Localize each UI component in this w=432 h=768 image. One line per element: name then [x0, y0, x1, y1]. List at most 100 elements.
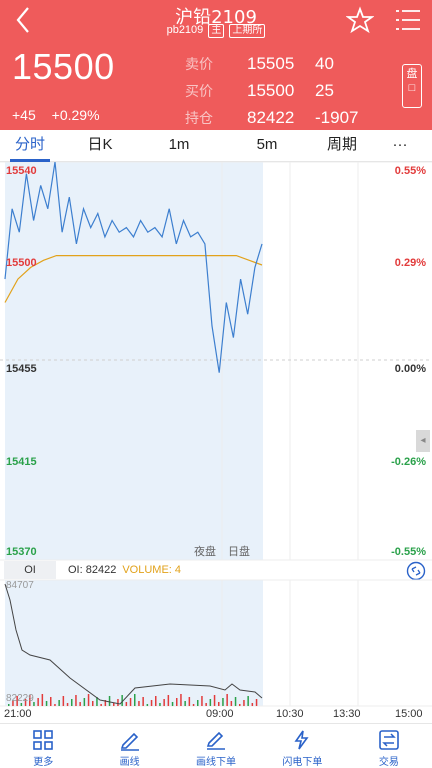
lightning-icon — [294, 730, 309, 750]
volume-bar — [87, 694, 90, 706]
ask-row: 卖价 15505 40 — [185, 50, 375, 77]
volume-bar — [188, 697, 191, 706]
y-label-right-5: -0.55% — [391, 546, 426, 558]
quote-panel: 卖价 15505 40 买价 15500 25 持仓 82422 -1907 — [185, 50, 375, 131]
volume-bar — [230, 701, 233, 706]
time-label-3: 10:30 — [276, 708, 304, 720]
star-icon[interactable] — [346, 6, 374, 34]
nav-trade[interactable]: 交易 — [346, 724, 432, 768]
ask-price: 15505 — [247, 53, 295, 73]
intraday-chart[interactable] — [0, 162, 432, 562]
volume-bar — [243, 700, 245, 706]
volume-bar — [117, 699, 119, 706]
volume-bar — [54, 704, 56, 706]
ask-qty: 40 — [315, 53, 334, 73]
volume-bar — [125, 702, 128, 706]
time-label-1: 21:00 — [4, 708, 32, 720]
volume-bar — [205, 703, 207, 706]
bid-label: 买价 — [185, 82, 213, 99]
volume-bar — [146, 704, 149, 706]
square-icon: □ — [408, 82, 416, 94]
last-price: 15500 — [12, 46, 115, 87]
exchange-icon — [379, 730, 399, 750]
period-tabs: 分时 日K 1m 5m 周期 ··· — [0, 130, 432, 162]
contract-code: pb2109 — [166, 24, 204, 36]
volume-bar — [251, 703, 254, 706]
nav-draw[interactable]: 画线 — [86, 724, 172, 768]
volume-bar — [222, 698, 224, 706]
pen-icon — [120, 732, 139, 751]
chart-area-fill — [5, 162, 263, 560]
day-session-label: 日盘 — [228, 546, 250, 558]
nav-draw-order-label: 画线下单 — [196, 757, 237, 768]
volume-bar — [171, 702, 174, 706]
collapse-handle[interactable]: ◂ — [416, 430, 430, 452]
ask-label: 卖价 — [185, 55, 213, 72]
tab-5m[interactable]: 5m — [218, 130, 316, 162]
night-session-label: 夜盘 — [194, 546, 216, 558]
volume-bar — [155, 696, 157, 706]
nav-more-label: 更多 — [33, 757, 54, 768]
volume-bar — [218, 702, 220, 706]
volume-bar — [159, 703, 161, 706]
volume-bar — [209, 699, 212, 706]
bid-row: 买价 15500 25 — [185, 77, 375, 104]
y-label-left-3: 15455 — [6, 363, 37, 375]
tab-more[interactable]: ··· — [368, 130, 432, 162]
volume-bar — [247, 696, 249, 706]
y-label-right-4: -0.26% — [391, 456, 426, 468]
oi-area-fill — [5, 580, 263, 706]
volume-bar — [79, 702, 81, 706]
volume-bar — [184, 701, 186, 706]
tab-daily[interactable]: 日K — [60, 130, 140, 162]
bottom-nav: 更多 画线 画线下单 闪电下单 交易 — [0, 723, 432, 768]
grid-icon — [33, 730, 54, 750]
nav-draw-order[interactable]: 画线下单 — [173, 724, 259, 768]
volume-bar — [176, 698, 178, 706]
nav-more[interactable]: 更多 — [0, 724, 86, 768]
volume-bar — [100, 704, 102, 706]
time-label-2: 09:00 — [206, 708, 234, 720]
pen-order-icon — [206, 731, 226, 750]
y-label-left-2: 15500 — [6, 257, 37, 269]
oi-chart[interactable] — [0, 560, 432, 723]
nav-flash-order[interactable]: 闪电下单 — [259, 724, 345, 768]
volume-bar — [8, 704, 10, 706]
tab-1m[interactable]: 1m — [140, 130, 218, 162]
y-label-left-4: 15415 — [6, 456, 37, 468]
nav-trade-label: 交易 — [378, 757, 399, 768]
volume-bar — [37, 698, 39, 706]
volume-bar — [192, 704, 195, 706]
volume-bar — [58, 700, 60, 706]
y-label-right-1: 0.55% — [394, 165, 426, 177]
tab-period[interactable]: 周期 — [316, 130, 368, 162]
market-toggle-button[interactable]: 盘 □ — [402, 64, 422, 108]
volume-bar — [41, 694, 44, 706]
header: 沪铅2109 pb2109 主 上期所 15500 +45 +0.29% 卖价 … — [0, 0, 432, 130]
y-label-right-2: 0.29% — [394, 257, 426, 269]
exchange-tag: 上期所 — [229, 24, 266, 38]
volume-bar — [255, 699, 258, 706]
volume-bar — [134, 694, 136, 706]
main-tag: 主 — [208, 24, 225, 38]
tab-intraday[interactable]: 分时 — [0, 130, 60, 162]
oi-top-label: 84707 — [6, 580, 34, 591]
price-change: +45 +0.29% — [12, 107, 100, 123]
volume-bar — [71, 699, 73, 706]
change-value: +45 — [12, 107, 36, 123]
volume-bar — [197, 700, 199, 706]
y-label-right-3: 0.00% — [394, 363, 426, 375]
volume-bar — [75, 695, 77, 706]
volume-bar — [92, 701, 94, 706]
bid-price: 15500 — [247, 80, 295, 100]
time-label-5: 15:00 — [395, 708, 423, 720]
volume-bar — [113, 703, 115, 706]
nav-draw-label: 画线 — [119, 757, 140, 768]
volume-bar — [62, 696, 65, 706]
menu-icon[interactable] — [394, 7, 422, 33]
oi-change: -1907 — [315, 107, 359, 127]
volume-bar — [150, 700, 153, 706]
volume-bar — [234, 697, 237, 706]
oi-row: 持仓 82422 -1907 — [185, 104, 375, 131]
volume-bar — [239, 704, 241, 706]
